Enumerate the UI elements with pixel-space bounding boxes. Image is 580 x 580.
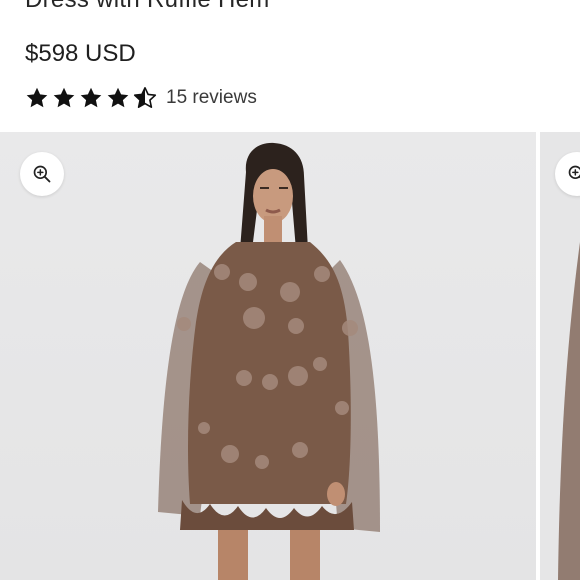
star-full-icon xyxy=(80,87,102,108)
star-full-icon xyxy=(53,87,75,108)
zoom-button[interactable] xyxy=(20,152,64,196)
next-product-photo xyxy=(558,242,580,580)
product-gallery[interactable] xyxy=(0,132,580,580)
rating[interactable]: 15 reviews xyxy=(25,86,257,110)
reviews-link[interactable]: 15 reviews xyxy=(166,87,257,109)
gallery-slide-main[interactable] xyxy=(0,132,536,580)
product-photo xyxy=(158,142,380,580)
gallery-slide-next[interactable] xyxy=(540,132,580,580)
star-full-icon xyxy=(26,87,48,108)
product-price: $598 USD xyxy=(25,40,136,67)
zoom-in-icon xyxy=(568,165,580,179)
star-full-icon xyxy=(107,87,129,108)
star-rating xyxy=(25,86,157,110)
star-half-icon xyxy=(133,87,157,108)
product-title: Dress with Ruffle Hem xyxy=(25,0,270,14)
zoom-in-icon xyxy=(33,165,51,183)
